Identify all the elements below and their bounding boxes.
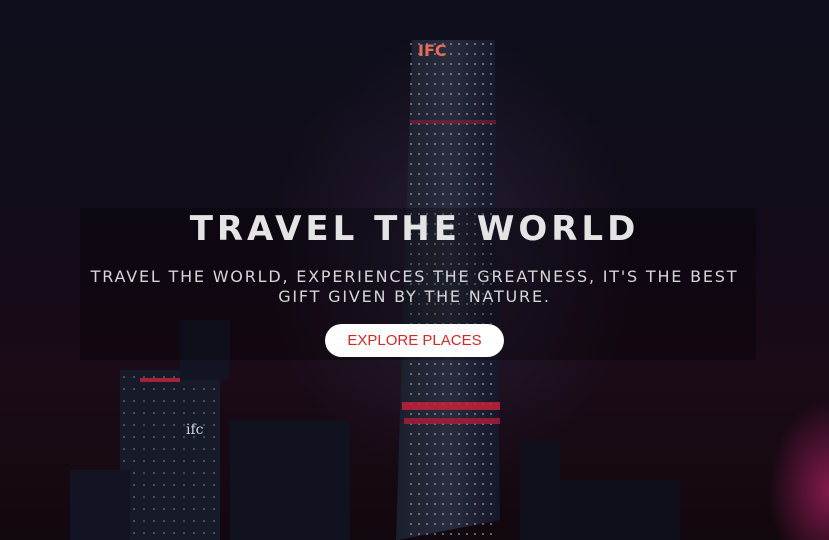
hero-title: TRAVEL THE WORLD: [189, 209, 640, 249]
tower-sign-text: IFC: [418, 41, 447, 60]
building-sign-text: ifc: [186, 422, 204, 438]
hero-content: TRAVEL THE WORLD TRAVEL THE WORLD, EXPER…: [0, 205, 829, 357]
hero-section: IFC ifc TRAVEL THE WORLD TRAVEL THE WORL…: [0, 0, 829, 540]
explore-places-button[interactable]: EXPLORE PLACES: [325, 324, 504, 357]
hero-subtitle: TRAVEL THE WORLD, EXPERIENCES THE GREATN…: [90, 267, 739, 306]
